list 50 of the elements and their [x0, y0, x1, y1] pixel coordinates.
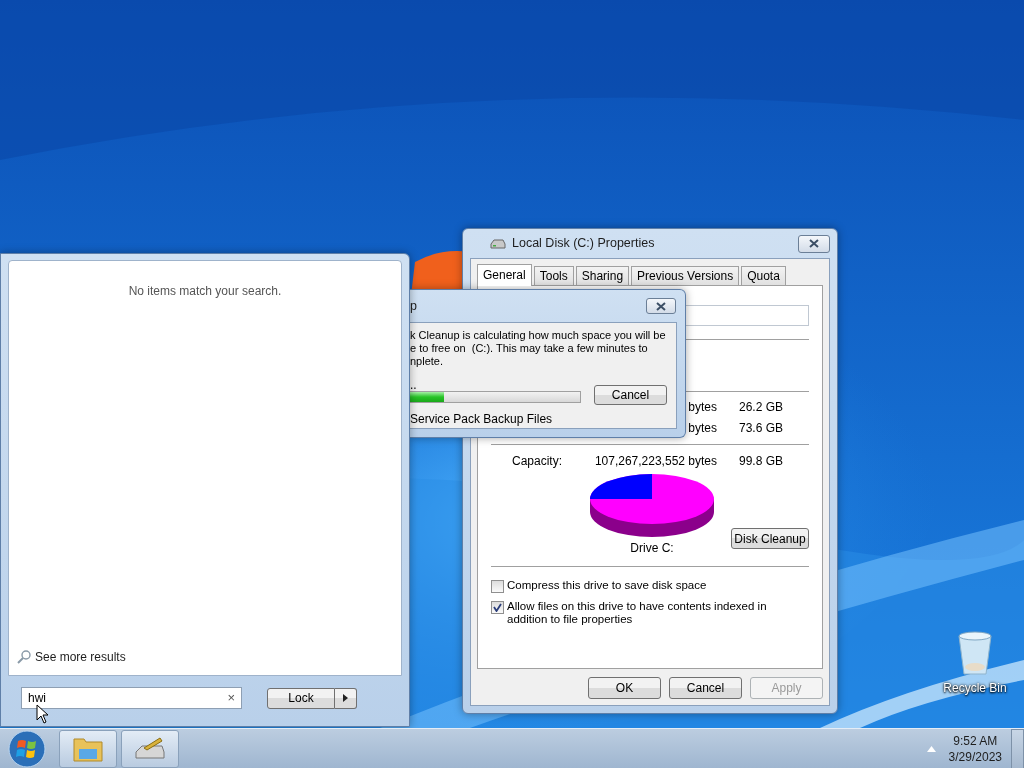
windows-logo-icon: [8, 729, 46, 768]
byte-count: 107,267,223,552 bytes: [594, 452, 717, 470]
dialog-button[interactable]: OK: [588, 677, 661, 699]
start-button[interactable]: [8, 729, 46, 768]
show-desktop-button[interactable]: [1011, 728, 1024, 768]
window-title: p: [410, 297, 417, 315]
drive-icon: [490, 237, 506, 250]
show-hidden-icons-icon[interactable]: [926, 745, 936, 752]
tab[interactable]: General: [477, 264, 532, 286]
byte-count: bytes: [688, 398, 717, 416]
close-icon: [656, 301, 666, 311]
status-text: ..: [410, 379, 417, 392]
drive-label: Drive C:: [630, 540, 674, 557]
search-field[interactable]: hwi ×: [21, 687, 242, 709]
checkbox[interactable]: [491, 580, 504, 593]
message-text: k Cleanup is calculating how much space you will be e to free on (C:). This may take a few minutes to nplete.: [410, 329, 666, 368]
icon-label[interactable]: Recycle Bin: [943, 679, 1007, 697]
checkbox-label[interactable]: Compress this drive to save disk space: [507, 579, 809, 592]
byte-count: bytes: [688, 419, 717, 437]
close-button[interactable]: [798, 234, 830, 253]
power-options-button[interactable]: [335, 687, 357, 709]
checkbox[interactable]: [491, 601, 504, 614]
close-icon: [809, 239, 819, 248]
empty-message: No items match your search.: [128, 283, 282, 300]
size-value: 73.6 GB: [738, 419, 785, 437]
checkbox-label[interactable]: Allow files on this drive to have contents indexed in addition to file properties: [507, 600, 809, 626]
taskbar-button[interactable]: [59, 729, 117, 768]
disk-cleanup-button[interactable]: Disk Cleanup: [731, 528, 809, 549]
tab[interactable]: Quota: [741, 266, 786, 285]
size-value: 26.2 GB: [738, 398, 785, 416]
size-value: 99.8 GB: [738, 452, 785, 470]
see-more-link[interactable]: See more results: [17, 648, 126, 666]
tab[interactable]: Sharing: [575, 266, 630, 285]
cursor-icon: [36, 704, 50, 724]
close-button[interactable]: [646, 298, 676, 314]
cancel-button[interactable]: Cancel: [594, 385, 667, 405]
clock[interactable]: 9:52 AM 3/29/2023: [948, 732, 1002, 765]
drive-icon: [134, 735, 166, 762]
window-title: Local Disk (C:) Properties: [512, 235, 655, 253]
field-label: Capacity:: [511, 452, 564, 470]
recycle-bin-icon[interactable]: [957, 630, 993, 676]
triangle-icon: [343, 694, 348, 702]
file-category-text: Service Pack Backup Files: [410, 411, 553, 428]
tab[interactable]: Tools: [533, 266, 574, 285]
search-icon: [17, 650, 31, 664]
clear-button[interactable]: ×: [227, 688, 235, 708]
taskbar-button[interactable]: [121, 729, 179, 768]
lock-button[interactable]: Lock: [267, 687, 335, 709]
tab[interactable]: Previous Versions: [631, 266, 740, 285]
dialog-button[interactable]: Cancel: [669, 677, 742, 699]
